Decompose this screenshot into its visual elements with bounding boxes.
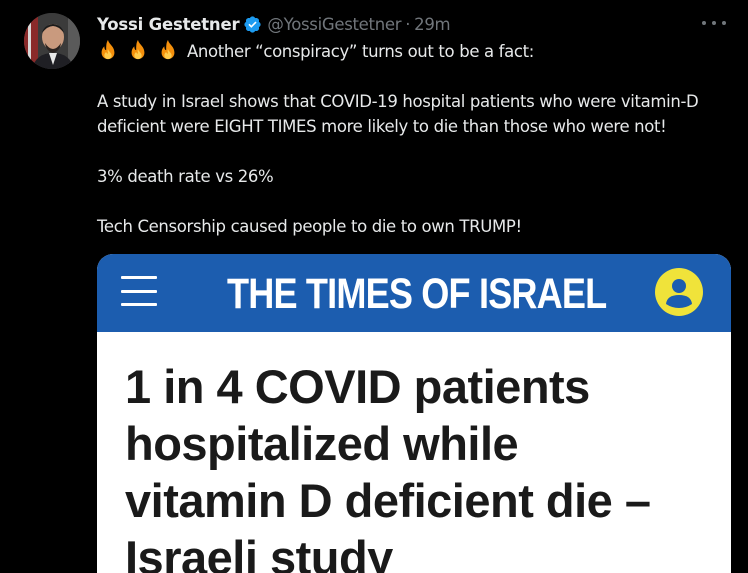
article-headline: 1 in 4 COVID patients hospitalized while… [125, 358, 725, 573]
headline-line: Israeli study [125, 531, 393, 573]
tweet-text-line: deficient were EIGHT TIMES more likely t… [97, 117, 667, 136]
avatar[interactable] [24, 13, 80, 69]
tweet-text-line: Another “conspiracy” turns out to be a f… [187, 42, 534, 61]
news-brand: THE TIMES OF ISRAEL [227, 270, 607, 318]
avatar-image [24, 13, 80, 69]
handle[interactable]: @YossiGestetner [267, 15, 401, 34]
tweet-text-line: Tech Censorship caused people to die to … [97, 217, 522, 236]
tweet-text-line: 3% death rate vs 26% [97, 167, 274, 186]
news-header-bar: THE TIMES OF ISRAEL [97, 254, 731, 332]
verified-badge-icon[interactable] [243, 15, 262, 34]
timestamp[interactable]: 29m [414, 15, 450, 34]
fire-icon [161, 39, 175, 60]
headline-line: 1 in 4 COVID patients [125, 360, 590, 413]
tweet-text-line: A study in Israel shows that COVID-19 ho… [97, 92, 699, 111]
menu-icon [121, 276, 157, 306]
headline-line: hospitalized while [125, 417, 519, 470]
display-name[interactable]: Yossi Gestetner [97, 15, 240, 34]
more-options-icon[interactable] [702, 14, 726, 32]
tweet-line-1: Another “conspiracy” turns out to be a f… [97, 39, 737, 64]
fire-icon [131, 39, 145, 60]
user-account-icon [655, 268, 703, 316]
tweet[interactable]: Yossi Gestetner @YossiGestetner · 29m An… [0, 0, 748, 573]
separator: · [405, 14, 411, 34]
media-image[interactable]: THE TIMES OF ISRAEL 1 in 4 COVID patient… [97, 254, 731, 573]
tweet-text: Another “conspiracy” turns out to be a f… [97, 39, 737, 239]
fire-icon [101, 39, 115, 60]
headline-line: vitamin D deficient die – [125, 474, 651, 527]
tweet-header: Yossi Gestetner @YossiGestetner · 29m [97, 12, 451, 36]
